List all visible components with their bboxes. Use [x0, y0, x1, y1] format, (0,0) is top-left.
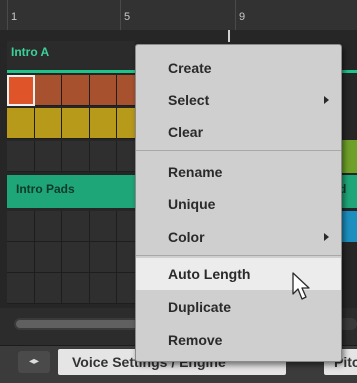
pattern-clip-label: Intro Pads [16, 182, 75, 196]
menu-item-label: Duplicate [168, 299, 232, 315]
menu-item-label: Color [168, 229, 205, 245]
submenu-arrow-icon [324, 233, 329, 241]
menu-item-label: Create [168, 60, 212, 76]
grid-cell[interactable] [62, 273, 90, 304]
menu-item-label: Auto Length [168, 266, 251, 282]
grid-row-6 [7, 273, 145, 304]
grid-cell[interactable] [34, 108, 62, 139]
grid-cell[interactable] [34, 211, 62, 242]
nav-arrows-button[interactable]: ◂▸ [18, 351, 50, 373]
grid-cell[interactable] [62, 242, 90, 273]
menu-item-label: Clear [168, 124, 204, 140]
menu-item-rename[interactable]: Rename [136, 156, 341, 188]
menu-item-label: Rename [168, 164, 223, 180]
grid-cell[interactable] [89, 211, 117, 242]
menu-item-clear[interactable]: Clear [136, 116, 341, 148]
grid-row-3 [7, 141, 145, 172]
ruler-mark-1: 1 [7, 0, 17, 30]
submenu-arrow-icon [324, 96, 329, 104]
grid-cell[interactable] [7, 242, 35, 273]
grid-cell[interactable] [7, 273, 35, 304]
grid-cell[interactable] [34, 273, 62, 304]
mouse-pointer-icon [292, 272, 310, 300]
playhead[interactable] [228, 30, 230, 42]
grid-cell[interactable] [89, 108, 117, 139]
grid-cell[interactable] [89, 273, 117, 304]
grid-cell[interactable] [62, 211, 90, 242]
grid-row-5 [7, 242, 145, 273]
menu-item-color[interactable]: Color [136, 221, 341, 253]
menu-item-select[interactable]: Select [136, 84, 341, 116]
menu-separator [136, 150, 341, 151]
menu-item-label: Select [168, 92, 210, 108]
menu-item-remove[interactable]: Remove [136, 324, 341, 356]
grid-row-2 [7, 108, 145, 139]
grid-row-4 [7, 211, 145, 242]
timeline-ruler[interactable]: 1 5 9 [0, 0, 357, 31]
grid-cell[interactable] [89, 242, 117, 273]
grid-row-1 [7, 75, 145, 106]
menu-item-label: Remove [168, 332, 223, 348]
ruler-mark-9: 9 [235, 0, 245, 30]
grid-cell[interactable] [34, 141, 62, 172]
menu-separator [136, 255, 341, 256]
ruler-mark-5: 5 [120, 0, 130, 30]
menu-item-unique[interactable]: Unique [136, 188, 341, 220]
grid-cell[interactable] [89, 141, 117, 172]
grid-cell[interactable] [7, 108, 35, 139]
grid-cell[interactable] [62, 141, 90, 172]
grid-cell[interactable] [62, 75, 90, 106]
scene-label: Intro A [11, 45, 50, 59]
grid-cell[interactable] [62, 108, 90, 139]
grid-cell[interactable] [34, 75, 62, 106]
menu-item-label: Unique [168, 196, 216, 212]
grid-cell[interactable] [7, 211, 35, 242]
menu-item-create[interactable]: Create [136, 52, 341, 84]
grid-cell[interactable] [34, 242, 62, 273]
grid-cell[interactable] [89, 75, 117, 106]
grid-cell[interactable] [7, 141, 35, 172]
grid-cell-selected[interactable] [7, 75, 35, 106]
context-menu: Create Select Clear Rename Unique Color … [135, 44, 342, 362]
